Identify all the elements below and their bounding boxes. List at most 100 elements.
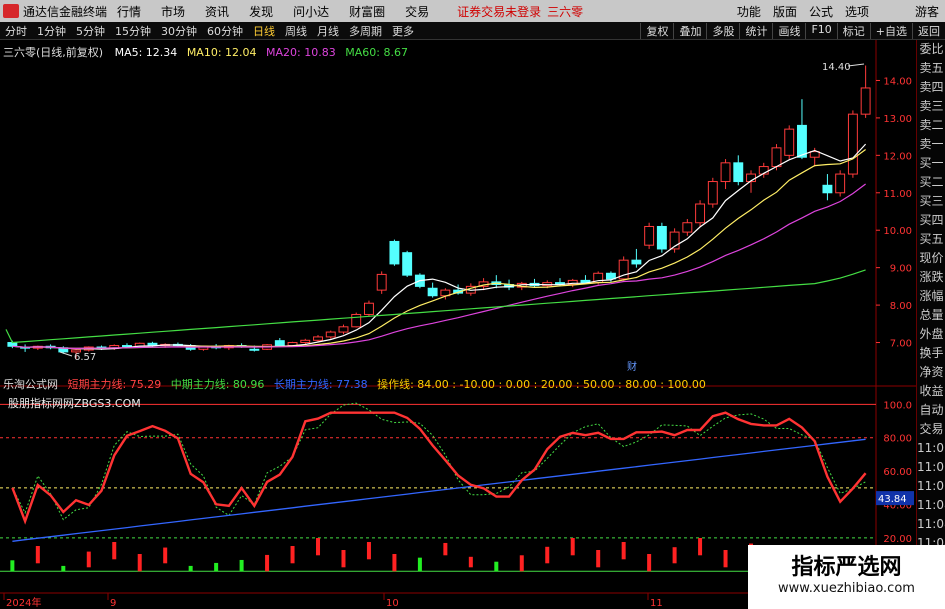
candle-body <box>771 147 782 168</box>
menu-item-wealth[interactable]: 财富圈 <box>349 3 385 20</box>
sub-y-tick-label: 100.0 <box>883 400 912 411</box>
candle-body <box>363 302 374 315</box>
short-term-line <box>11 411 867 525</box>
mid-line-label: 中期主力线: 80.96 <box>170 378 265 391</box>
signal-bar <box>86 551 91 568</box>
candle-body <box>274 340 285 347</box>
menu-item-exchange[interactable]: 市场 <box>161 3 185 20</box>
candle-body <box>796 124 807 158</box>
signal-bar <box>61 565 66 572</box>
candle-body <box>338 326 349 333</box>
quote-row: 买五 <box>919 232 944 246</box>
candle-body <box>784 128 795 156</box>
signal-bar <box>723 550 728 568</box>
menu-item-market[interactable]: 行情 <box>117 3 141 20</box>
candle-body <box>860 87 871 115</box>
quote-row: 总量 <box>919 308 944 322</box>
candle-body <box>809 151 820 158</box>
high-price-label: 14.40 <box>822 62 851 73</box>
period-60min[interactable]: 60分钟 <box>202 23 248 39</box>
signal-bar <box>443 542 448 556</box>
ma20-line <box>12 183 866 350</box>
signal-bar <box>545 546 550 564</box>
login-alert[interactable]: 证券交易未登录 <box>457 3 541 20</box>
sub-y-tick-label: 60.00 <box>883 467 912 478</box>
menu-item-ask[interactable]: 问小达 <box>293 3 329 20</box>
period-more[interactable]: 更多 <box>387 23 419 39</box>
period-daily[interactable]: 日线 <box>248 23 280 39</box>
tool-mark[interactable]: 标记 <box>836 22 870 39</box>
quote-row: 净资 <box>919 365 944 379</box>
ma20-label: MA20: 10.83 <box>266 46 336 59</box>
period-monthly[interactable]: 月线 <box>312 23 344 39</box>
signal-bar <box>163 547 168 564</box>
menu-item-formula[interactable]: 公式 <box>809 3 833 20</box>
period-1min[interactable]: 1分钟 <box>32 23 71 39</box>
menu-item-layout[interactable]: 版面 <box>773 3 797 20</box>
kline-chart[interactable]: 14.00 13.00 12.00 11.00 10.00 9.00 8.00 7.00 14.… <box>0 40 916 609</box>
period-timeshare[interactable]: 分时 <box>0 23 32 39</box>
candle-body <box>325 331 336 338</box>
guest-label[interactable]: 游客 <box>915 3 939 20</box>
menu-item-discover[interactable]: 发现 <box>249 3 273 20</box>
tool-draw[interactable]: 画线 <box>772 22 805 39</box>
period-weekly[interactable]: 周线 <box>280 23 312 39</box>
ma60-label: MA60: 8.67 <box>345 46 408 59</box>
candle-body <box>427 287 438 297</box>
menu-item-function[interactable]: 功能 <box>737 3 761 20</box>
y-tick-label: 9.00 <box>890 264 912 275</box>
tool-stats[interactable]: 统计 <box>739 22 772 39</box>
chart-area[interactable]: 14.00 13.00 12.00 11.00 10.00 9.00 8.00 7.00 14.… <box>0 40 916 609</box>
candle-body <box>313 336 323 341</box>
menu-item-trade[interactable]: 交易 <box>405 3 429 20</box>
tool-f10[interactable]: F10 <box>805 22 836 39</box>
signal-bar <box>621 542 626 560</box>
main-chart-header: 三六零(日线,前复权) MA5: 12.34 MA10: 12.04 MA20:… <box>3 44 408 60</box>
candle-body <box>122 345 132 348</box>
menu-item-options[interactable]: 选项 <box>845 3 869 20</box>
quote-row: 收益 <box>919 384 944 398</box>
y-tick-label: 11.00 <box>883 189 912 200</box>
signal-bar <box>392 554 397 572</box>
signal-bar <box>596 550 601 568</box>
quote-row: 买四 <box>919 213 944 227</box>
signal-bar <box>494 561 499 572</box>
signal-bar <box>112 542 117 560</box>
tool-overlay[interactable]: 叠加 <box>673 22 706 39</box>
candle-body <box>656 225 667 250</box>
tool-adjust[interactable]: 复权 <box>640 22 673 39</box>
event-marker: 财 <box>627 360 637 373</box>
candle-body <box>707 181 718 205</box>
signal-bar <box>341 550 346 568</box>
period-multi[interactable]: 多周期 <box>344 23 387 39</box>
ma60-line <box>5 269 866 344</box>
signal-bar <box>188 565 193 572</box>
menu-item-news[interactable]: 资讯 <box>205 3 229 20</box>
signal-bar <box>417 557 422 572</box>
signal-bar <box>519 555 524 572</box>
quote-row: 买二 <box>919 175 944 189</box>
quote-row: 涨幅 <box>919 289 944 303</box>
stock-name: 三六零 <box>547 4 584 19</box>
candle-body <box>835 173 846 194</box>
quote-row: 11:08 <box>917 517 945 531</box>
signal-bar <box>265 554 270 572</box>
period-15min[interactable]: 15分钟 <box>110 23 156 39</box>
quote-row: 11:07 <box>917 479 945 493</box>
tool-add-watchlist[interactable]: +自选 <box>869 22 912 39</box>
indicator-title: 乐淘公式网 <box>3 378 58 391</box>
signal-bar <box>570 538 575 556</box>
quote-row: 卖一 <box>919 137 944 151</box>
brand-line2: www.xuezhibiao.com <box>778 581 915 596</box>
candle-body <box>822 184 833 194</box>
sub-y-tick-label: 80.00 <box>883 434 912 445</box>
candle-body <box>249 348 260 351</box>
period-30min[interactable]: 30分钟 <box>156 23 202 39</box>
tool-multi-stock[interactable]: 多股 <box>706 22 739 39</box>
tool-back[interactable]: 返回 <box>912 22 945 39</box>
period-5min[interactable]: 5分钟 <box>71 23 110 39</box>
quote-row: 11:08 <box>917 498 945 512</box>
op-line-label: 操作线: 84.00 : -10.00 : 0.00 : 20.00 : 50.… <box>377 378 706 391</box>
signal-bar <box>468 556 473 568</box>
quote-row: 卖五 <box>919 61 944 75</box>
